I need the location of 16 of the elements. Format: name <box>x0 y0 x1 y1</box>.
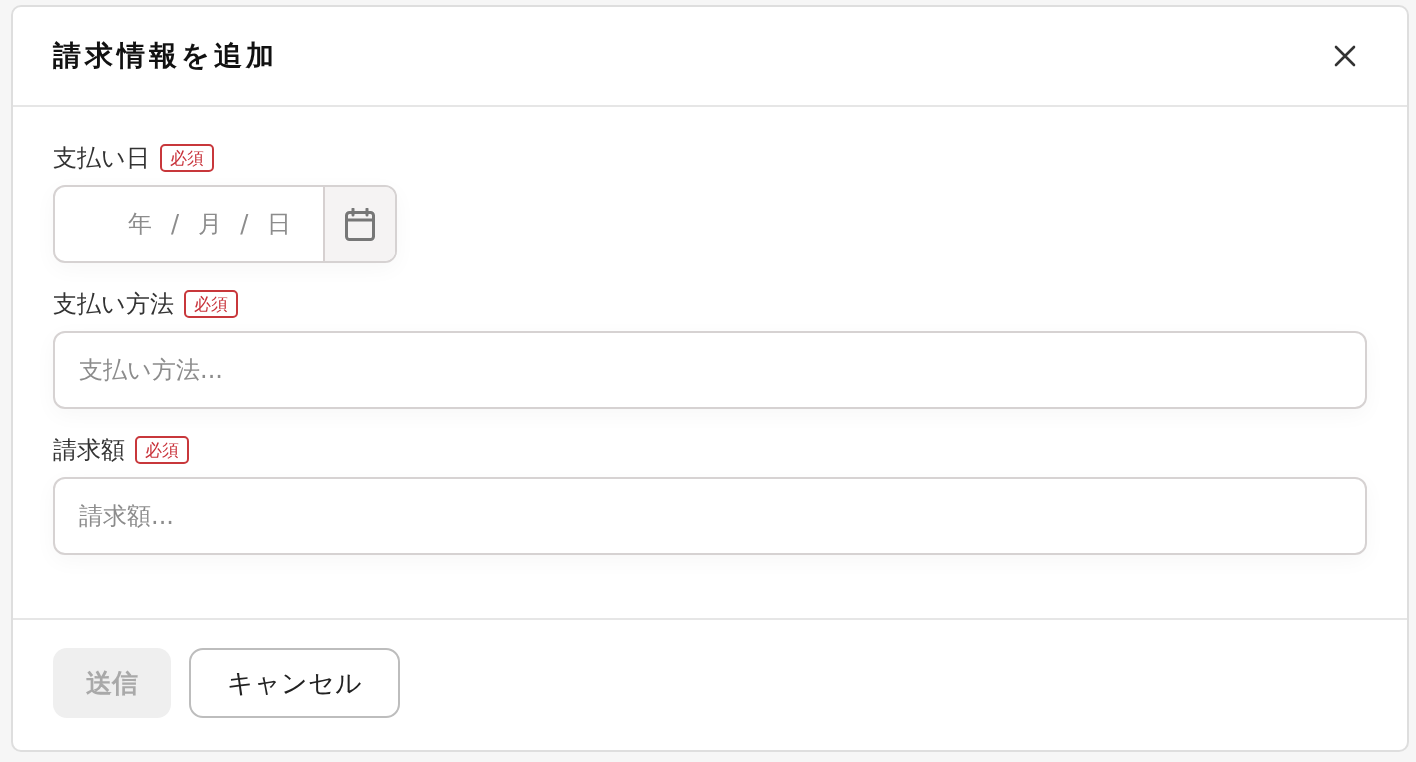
dialog-title: 請求情報を追加 <box>53 39 278 73</box>
close-button[interactable] <box>1333 44 1357 68</box>
field-label: 支払い方法 <box>53 289 174 319</box>
calendar-icon <box>345 207 375 241</box>
cancel-button[interactable]: キャンセル <box>189 648 400 718</box>
date-input[interactable]: 年 / 月 / 日 <box>55 187 323 261</box>
field-label: 支払い日 <box>53 143 150 173</box>
close-icon <box>1334 45 1356 67</box>
required-badge: 必須 <box>184 289 238 319</box>
required-badge: 必須 <box>160 143 214 173</box>
required-badge: 必須 <box>135 435 189 465</box>
input-field[interactable]: 請求額... <box>53 477 1367 555</box>
field-label: 請求額 <box>53 435 125 465</box>
input-field[interactable]: 支払い方法... <box>53 331 1367 409</box>
calendar-button[interactable] <box>323 187 395 261</box>
date-field[interactable]: 年 / 月 / 日 <box>53 185 397 263</box>
